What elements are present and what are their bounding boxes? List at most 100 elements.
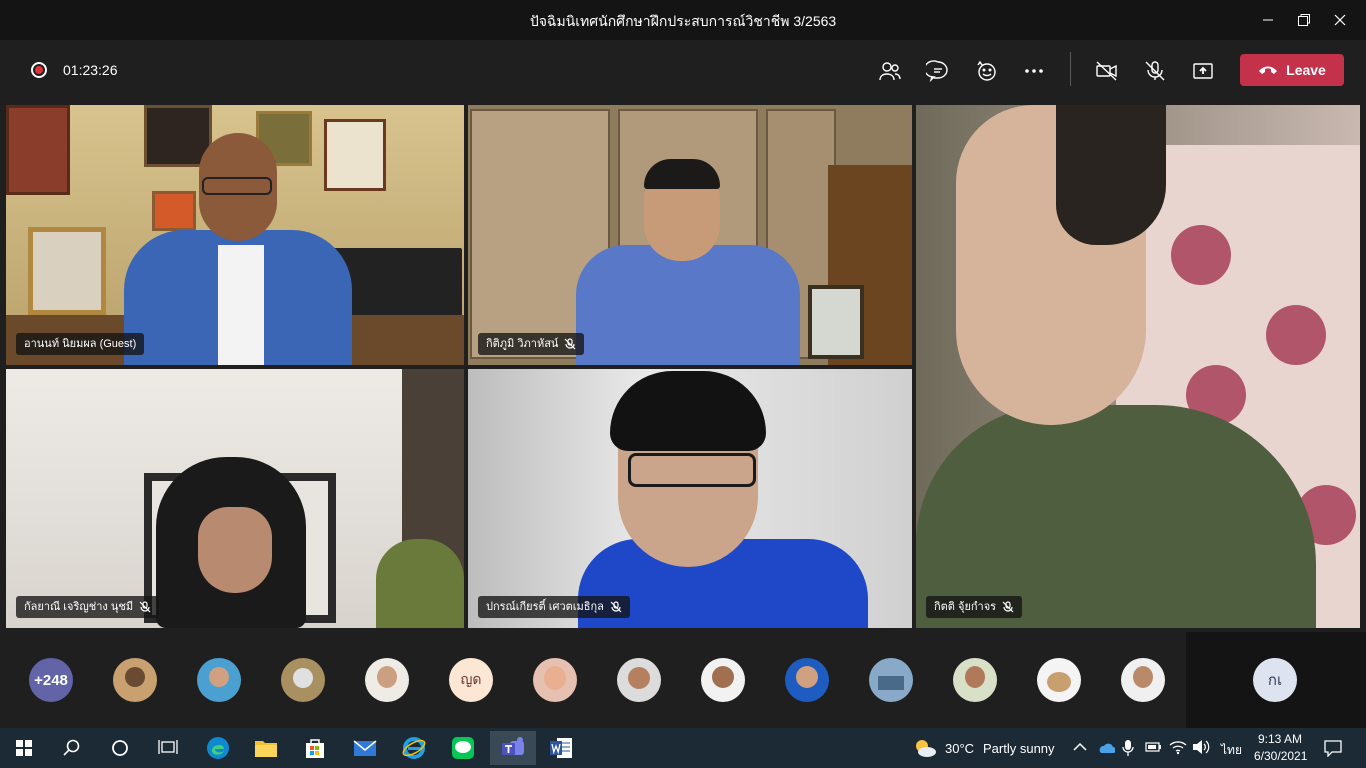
recording-icon bbox=[31, 62, 47, 78]
clock-date[interactable]: 6/30/2021 bbox=[1254, 749, 1307, 763]
notifications-icon[interactable] bbox=[1324, 739, 1342, 757]
weather-temperature[interactable]: 30°C bbox=[945, 741, 974, 756]
task-view-icon bbox=[158, 740, 178, 754]
volume-icon[interactable] bbox=[1192, 739, 1210, 755]
curtain-pattern bbox=[1171, 225, 1231, 285]
curtain-pattern bbox=[1266, 305, 1326, 365]
participant-avatar[interactable] bbox=[701, 658, 745, 702]
person-body bbox=[576, 245, 800, 365]
video-tile-1[interactable]: อานนท์ นิยมผล (Guest) bbox=[6, 105, 464, 365]
participant-avatar[interactable] bbox=[1121, 658, 1165, 702]
avatar-photo bbox=[293, 668, 313, 688]
participants-icon[interactable] bbox=[876, 57, 904, 85]
plant bbox=[376, 539, 464, 628]
participant-name-tag: กิตติ จุ้ยกำจร bbox=[926, 596, 1023, 618]
participant-avatar[interactable] bbox=[197, 658, 241, 702]
mic-off-icon bbox=[565, 338, 576, 350]
participant-avatar[interactable] bbox=[281, 658, 325, 702]
video-tile-3[interactable]: กิตติ จุ้ยกำจร bbox=[916, 105, 1360, 628]
battery-icon[interactable] bbox=[1145, 740, 1163, 754]
mic-off-icon bbox=[1002, 601, 1014, 613]
store-app[interactable] bbox=[301, 734, 329, 762]
avatar-photo bbox=[712, 666, 734, 688]
onedrive-icon[interactable] bbox=[1097, 740, 1115, 754]
leave-button[interactable]: Leave bbox=[1240, 54, 1344, 86]
clock-time[interactable]: 9:13 AM bbox=[1258, 732, 1302, 746]
mail-app[interactable] bbox=[351, 734, 379, 762]
ie-icon bbox=[402, 737, 426, 759]
avatar-photo bbox=[965, 666, 985, 688]
weather-description[interactable]: Partly sunny bbox=[983, 741, 1055, 756]
camera-off-icon[interactable] bbox=[1093, 57, 1121, 85]
participant-avatar[interactable] bbox=[953, 658, 997, 702]
participant-name-tag: ปกรณ์เกียรติ์ เศวตเมธิกุล bbox=[478, 596, 630, 618]
phone-hangup-icon bbox=[1259, 66, 1278, 74]
store-icon bbox=[306, 739, 324, 758]
leave-label: Leave bbox=[1286, 62, 1326, 78]
chat-icon[interactable] bbox=[924, 57, 952, 85]
participant-avatar[interactable] bbox=[785, 658, 829, 702]
wall-picture bbox=[6, 105, 70, 195]
shirt bbox=[218, 245, 264, 365]
task-view-button[interactable] bbox=[154, 734, 182, 762]
share-screen-icon[interactable] bbox=[1189, 57, 1217, 85]
minimize-button[interactable] bbox=[1258, 10, 1278, 30]
avatar-photo bbox=[125, 667, 145, 687]
partly-sunny-icon bbox=[916, 740, 936, 757]
word-app[interactable] bbox=[547, 734, 575, 762]
wall-picture bbox=[324, 119, 386, 191]
file-explorer-app[interactable] bbox=[252, 734, 280, 762]
chevron-up-icon[interactable] bbox=[1073, 742, 1087, 752]
video-tile-5[interactable]: ปกรณ์เกียรติ์ เศวตเมธิกุล bbox=[468, 369, 912, 628]
windows-taskbar: 30°C Partly sunny ไทย 9:13 AM 6/30/2021 bbox=[0, 728, 1366, 768]
participant-avatar-initials[interactable]: ญด bbox=[449, 658, 493, 702]
edge-icon bbox=[207, 737, 229, 759]
participant-avatar[interactable] bbox=[1037, 658, 1081, 702]
participant-name-tag: กัลยาณี เจริญช่าง นุชมี bbox=[16, 596, 160, 618]
participant-avatar[interactable] bbox=[617, 658, 661, 702]
cortana-button[interactable] bbox=[106, 734, 134, 762]
participant-name: กิติภูมิ วิภาหัสน์ bbox=[486, 338, 559, 350]
avatar-photo bbox=[1047, 672, 1071, 692]
participant-avatar[interactable] bbox=[869, 658, 913, 702]
avatar-photo bbox=[209, 667, 229, 687]
line-app[interactable] bbox=[449, 734, 477, 762]
video-tile-2[interactable]: กิติภูมิ วิภาหัสน์ bbox=[468, 105, 912, 365]
mic-off-icon[interactable] bbox=[1141, 57, 1169, 85]
participant-name: อานนท์ นิยมผล (Guest) bbox=[24, 338, 137, 350]
microphone-icon[interactable] bbox=[1122, 739, 1134, 757]
start-button[interactable] bbox=[10, 734, 38, 762]
reactions-icon[interactable] bbox=[972, 57, 1000, 85]
search-button[interactable] bbox=[58, 734, 86, 762]
avatar-photo bbox=[1133, 666, 1153, 688]
close-button[interactable] bbox=[1330, 10, 1350, 30]
title-bar: ปัจฉิมนิเทศนักศึกษาฝึกประสบการณ์วิชาชีพ … bbox=[0, 0, 1366, 40]
video-tile-4[interactable]: กัลยาณี เจริญช่าง นุชมี bbox=[6, 369, 464, 628]
hair bbox=[644, 159, 720, 189]
edge-app[interactable] bbox=[204, 734, 232, 762]
word-icon bbox=[550, 738, 572, 758]
avatar-photo bbox=[796, 666, 818, 688]
mic-off-icon bbox=[610, 601, 622, 613]
cortana-icon bbox=[112, 740, 128, 756]
internet-explorer-app[interactable] bbox=[400, 734, 428, 762]
restore-button[interactable] bbox=[1294, 10, 1314, 30]
wifi-icon[interactable] bbox=[1169, 739, 1187, 755]
avatar-photo bbox=[377, 666, 397, 688]
picture-frame bbox=[808, 285, 864, 359]
self-avatar-initials[interactable]: กเ bbox=[1253, 658, 1297, 702]
teams-app[interactable] bbox=[490, 731, 536, 765]
input-language[interactable]: ไทย bbox=[1221, 741, 1242, 760]
wall-picture bbox=[152, 191, 196, 231]
more-participants-button[interactable]: +248 bbox=[29, 658, 73, 702]
windows-icon bbox=[16, 740, 32, 756]
search-icon bbox=[63, 739, 80, 756]
person-face bbox=[198, 507, 272, 593]
folder-icon bbox=[255, 741, 277, 757]
participant-avatar[interactable] bbox=[113, 658, 157, 702]
meeting-title: ปัจฉิมนิเทศนักศึกษาฝึกประสบการณ์วิชาชีพ … bbox=[529, 13, 837, 29]
participant-avatar[interactable] bbox=[533, 658, 577, 702]
more-actions-icon[interactable] bbox=[1020, 57, 1048, 85]
participant-avatar[interactable] bbox=[365, 658, 409, 702]
participant-name: กิตติ จุ้ยกำจร bbox=[934, 601, 997, 613]
